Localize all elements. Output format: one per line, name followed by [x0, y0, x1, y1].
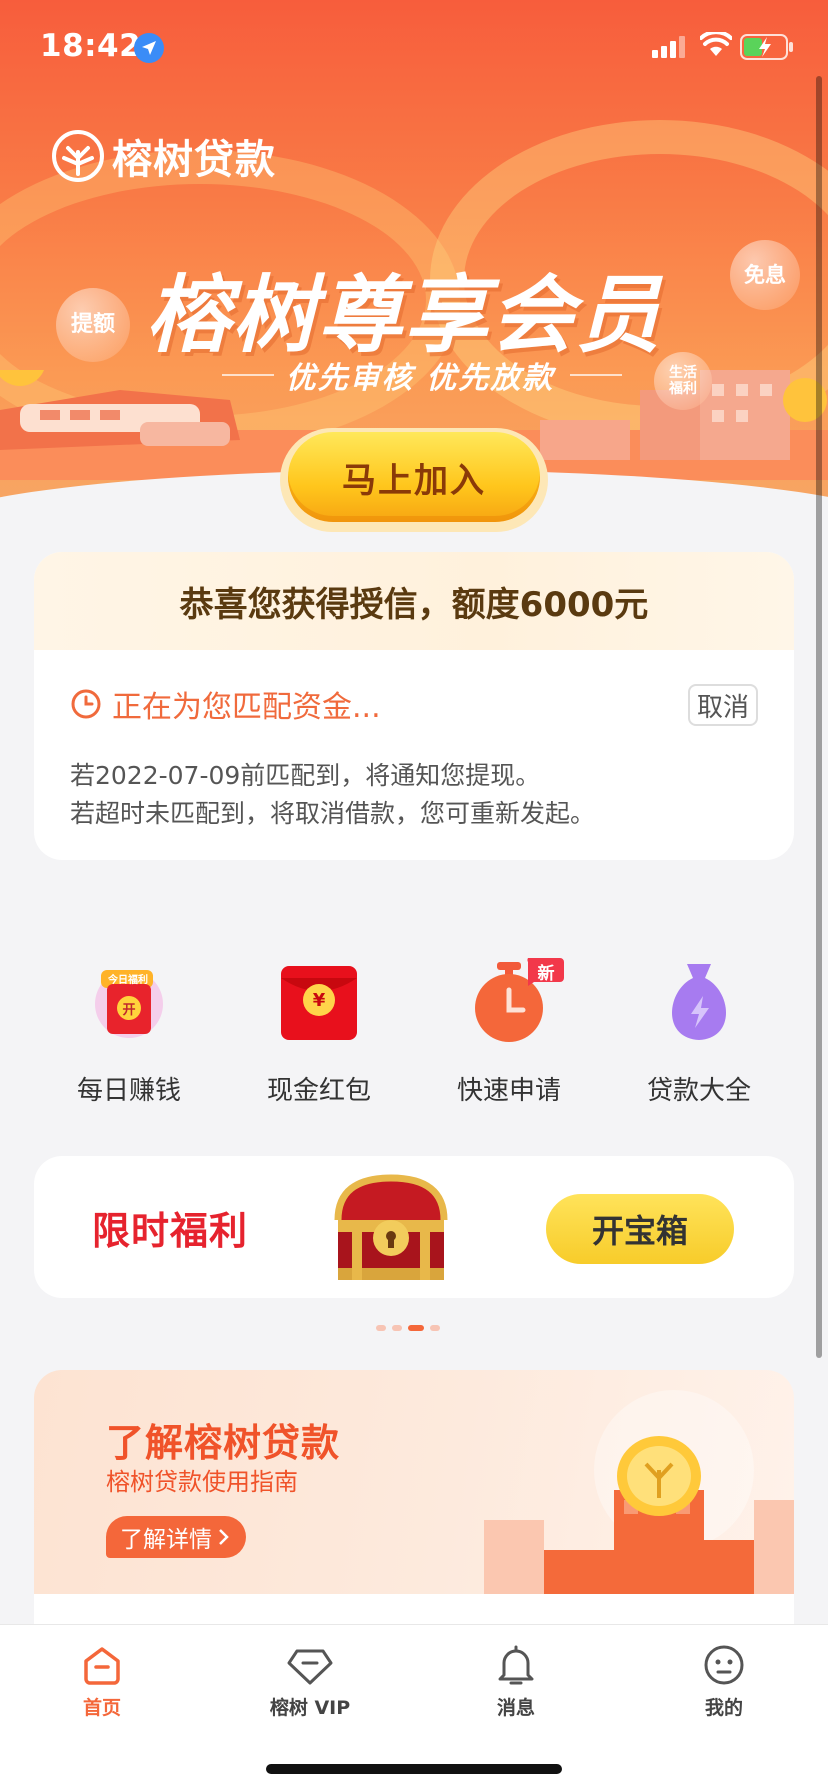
- quick-item-daily-earn[interactable]: 今日福利 开 每日赚钱: [34, 960, 224, 1120]
- banyan-tree-logo-icon: [52, 130, 104, 182]
- guide-title: 了解榕树贷款: [106, 1421, 341, 1465]
- carousel-dot-active: [408, 1325, 424, 1331]
- status-time: 18:42: [40, 28, 142, 64]
- chevron-right-icon: [219, 1529, 229, 1545]
- red-packet-yuan: ¥: [312, 990, 326, 1011]
- quick-label-daily-earn: 每日赚钱: [76, 1076, 181, 1106]
- matching-status: 正在为您匹配资金...: [70, 682, 381, 726]
- building-coin-illustration: [484, 1390, 794, 1596]
- daily-welfare-tag: 今日福利: [108, 975, 148, 986]
- diamond-icon: [287, 1649, 333, 1685]
- carousel-indicator: [376, 1325, 440, 1331]
- red-packet-icon: ¥: [277, 960, 361, 1044]
- location-arrow-icon: [134, 33, 164, 63]
- tab-messages[interactable]: 消息: [446, 1643, 586, 1720]
- member-subtitle: 优先审核 优先放款: [285, 361, 555, 396]
- carousel-dot: [376, 1325, 386, 1331]
- scrollbar[interactable]: [816, 76, 822, 1358]
- tab-vip[interactable]: 榕树 VIP: [240, 1643, 380, 1720]
- matching-status-text: 正在为您匹配资金...: [112, 690, 381, 725]
- daily-welfare-icon: 今日福利 开: [87, 960, 171, 1044]
- home-indicator[interactable]: [266, 1764, 562, 1774]
- tab-vip-label: 榕树 VIP: [269, 1697, 351, 1719]
- quick-label-cash-red-packet: 现金红包: [266, 1076, 371, 1106]
- tab-mine[interactable]: 我的: [654, 1643, 794, 1720]
- notice-line-2: 若超时未匹配到，将取消借款，您可重新发起。: [70, 799, 596, 828]
- bell-icon: [498, 1645, 534, 1685]
- new-badge: 新: [524, 958, 564, 990]
- quick-item-loan-list[interactable]: 贷款大全: [604, 960, 794, 1120]
- quick-item-cash-red-packet[interactable]: ¥ 现金红包: [224, 960, 414, 1120]
- status-bar: 18:42: [0, 0, 828, 96]
- tab-home[interactable]: 首页: [32, 1643, 172, 1720]
- quick-item-quick-apply[interactable]: 快速申请: [414, 960, 604, 1120]
- limited-welfare-card[interactable]: 限时福利 开宝箱: [34, 1156, 794, 1298]
- new-badge-text: 新: [537, 964, 555, 984]
- subtitle-divider-right: [570, 374, 622, 376]
- carousel-dot: [430, 1325, 440, 1331]
- cellular-signal-icon: [652, 36, 685, 58]
- join-now-button[interactable]: 马上加入: [288, 432, 540, 522]
- learn-more-button[interactable]: 了解详情: [106, 1516, 246, 1558]
- battery-charging-icon: [740, 34, 793, 60]
- learn-more-label: 了解详情: [120, 1527, 212, 1553]
- home-icon: [84, 1647, 120, 1685]
- daily-welfare-open: 开: [122, 1003, 136, 1018]
- guide-card-bottom: [34, 1594, 794, 1624]
- notice-line-1: 若2022-07-09前匹配到，将通知您提现。: [70, 761, 541, 790]
- tab-mine-label: 我的: [704, 1697, 743, 1719]
- bubble-raise-limit: 提额: [56, 288, 130, 362]
- brand-name: 榕树贷款: [112, 137, 276, 183]
- cancel-button[interactable]: 取消: [688, 684, 758, 726]
- quick-menu: 今日福利 开 每日赚钱 ¥ 现金红包 快速申请 贷款大全: [34, 960, 794, 1120]
- bubble-interest-free: 免息: [730, 240, 800, 310]
- tab-home-label: 首页: [82, 1697, 121, 1719]
- brand: 榕树贷款: [52, 128, 276, 184]
- guide-card[interactable]: 了解榕树贷款 榕树贷款使用指南 了解详情: [34, 1370, 794, 1596]
- money-bag-icon: [657, 960, 741, 1044]
- treasure-chest-icon: [334, 1174, 448, 1280]
- member-title: 榕树尊享会员: [146, 266, 663, 364]
- bubble-life-welfare: 生活 福利: [654, 352, 712, 410]
- credit-status-card: 恭喜您获得授信，额度6000元 正在为您匹配资金... 取消 若2022-07-…: [34, 552, 794, 860]
- member-banner[interactable]: 18:42 榕树贷款 榕树尊享会员 优先审核 优先放款 提额 免息 生活 福利: [0, 0, 828, 500]
- wifi-icon: [700, 32, 732, 56]
- tab-messages-label: 消息: [496, 1697, 535, 1719]
- carousel-dot: [392, 1325, 402, 1331]
- clock-icon: [71, 689, 101, 719]
- quick-label-quick-apply: 快速申请: [456, 1076, 561, 1106]
- credit-headline: 恭喜您获得授信，额度6000元: [34, 552, 794, 650]
- welfare-title: 限时福利: [92, 1209, 249, 1253]
- guide-subtitle: 榕树贷款使用指南: [106, 1468, 298, 1496]
- quick-label-loan-list: 贷款大全: [646, 1076, 751, 1106]
- open-chest-button[interactable]: 开宝箱: [546, 1194, 734, 1264]
- smiley-icon: [704, 1645, 744, 1685]
